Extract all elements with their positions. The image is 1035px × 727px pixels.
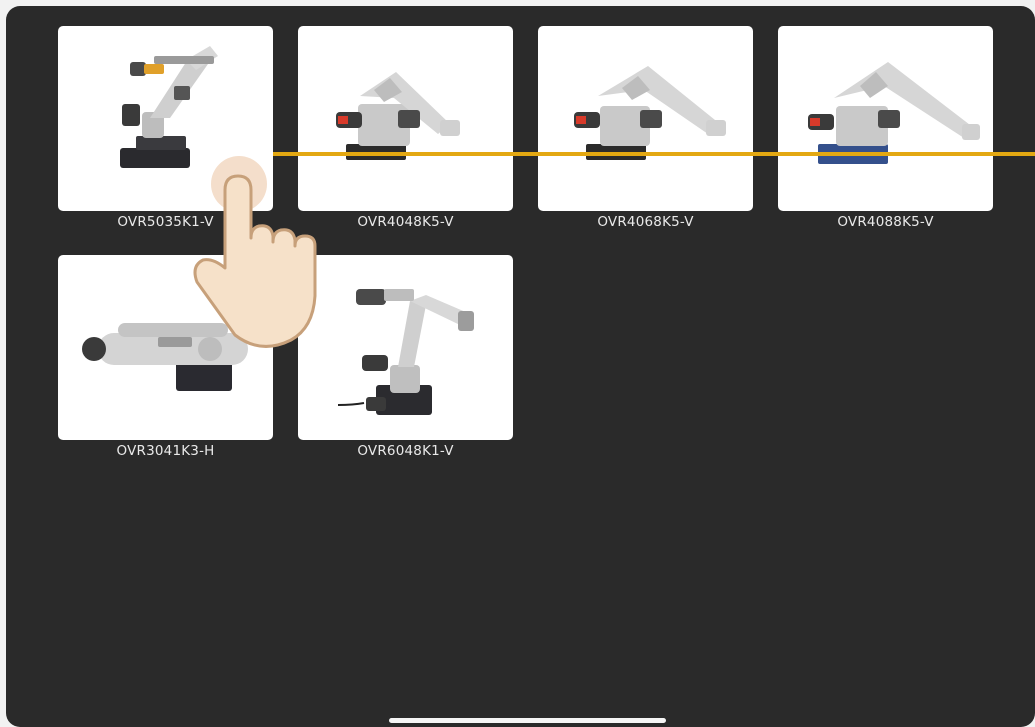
palletizing-robot-icon <box>336 72 460 160</box>
tap-hand-icon <box>193 156 317 348</box>
palletizing-robot-icon <box>574 66 726 160</box>
product-card-ovr4068k5-v[interactable] <box>538 26 753 211</box>
product-label: OVR6048K1-V <box>357 443 454 459</box>
scan-line <box>273 152 1035 156</box>
product-card-ovr4088k5-v[interactable] <box>778 26 993 211</box>
product-label: OVR4088K5-V <box>837 214 934 230</box>
product-label: OVR4048K5-V <box>357 214 454 230</box>
product-card-ovr4048k5-v[interactable] <box>298 26 513 211</box>
home-indicator[interactable] <box>389 718 666 723</box>
product-label: OVR3041K3-H <box>116 443 215 459</box>
six-axis-robot-icon <box>337 289 474 415</box>
palletizing-robot-icon <box>808 62 980 164</box>
product-card-ovr6048k1-v[interactable] <box>298 255 513 440</box>
app-screen: OVR5035K1-V OVR4048K5-V OVR4068K5-V OVR4… <box>6 6 1035 727</box>
product-label: OVR4068K5-V <box>597 214 694 230</box>
